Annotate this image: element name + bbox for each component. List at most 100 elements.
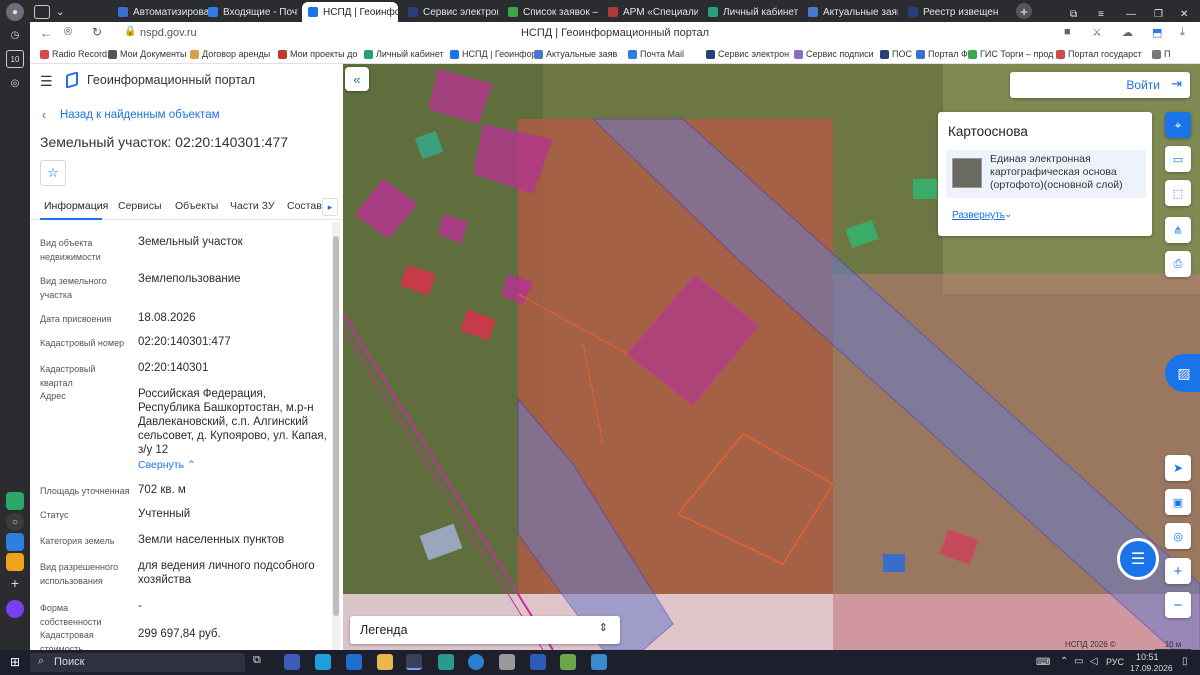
bookmark-item[interactable]: ПОС: [880, 49, 912, 59]
taskbar-search-label[interactable]: Поиск: [54, 656, 84, 668]
panel-scrollbar-thumb[interactable]: [333, 236, 339, 616]
tabs-scroll-right-button[interactable]: ▸: [322, 198, 338, 216]
extension-icon[interactable]: ⚔: [1092, 26, 1102, 39]
bookmark-label[interactable]: ПОС: [892, 49, 912, 59]
tab-label[interactable]: АРМ «Специалист»: [623, 7, 698, 18]
bookmark-label[interactable]: Почта Mail: [640, 49, 684, 59]
chevron-down-icon[interactable]: ⌄: [56, 7, 64, 18]
bookmark-label[interactable]: НСПД | Геоинфор: [462, 49, 537, 59]
chevron-updown-icon[interactable]: ⇕: [599, 621, 608, 634]
collapse-link-label[interactable]: Свернуть: [138, 459, 184, 471]
new-tab-button[interactable]: +: [1016, 3, 1032, 19]
bookmark-label[interactable]: Договор аренды: [202, 49, 270, 59]
tab-label[interactable]: Личный кабинет: [723, 7, 798, 18]
bookmark-item[interactable]: Сервис подписи: [794, 49, 874, 59]
taskbar-app4-icon[interactable]: [560, 654, 576, 670]
panel-scrollbar[interactable]: [332, 222, 340, 650]
bookmark-label[interactable]: Личный кабинет: [376, 49, 444, 59]
legend-label[interactable]: Легенда: [360, 623, 408, 637]
back-to-results-link[interactable]: Назад к найденным объектам: [60, 109, 220, 121]
menu-icon[interactable]: ≡: [1098, 4, 1104, 24]
chevron-up-icon[interactable]: ⌃: [187, 459, 196, 471]
geolocation-icon[interactable]: ◎: [1165, 523, 1191, 549]
app-icon-green[interactable]: [6, 492, 24, 510]
collapse-link[interactable]: Свернуть ⌃: [138, 459, 196, 471]
browser-tab[interactable]: Реестр извещений: [902, 2, 998, 22]
bookmark-item[interactable]: НСПД | Геоинфор: [450, 49, 537, 59]
bookmark-label[interactable]: Актуальные заяв: [546, 49, 617, 59]
basemap-layer-item[interactable]: Единая электронная картографическая осно…: [946, 150, 1146, 198]
taskbar-app3-icon[interactable]: [499, 654, 515, 670]
tray-chevron-icon[interactable]: ⌃: [1060, 656, 1068, 667]
taskbar-word-icon[interactable]: [530, 654, 546, 670]
locate-icon[interactable]: ➤: [1165, 455, 1191, 481]
bookmark-label[interactable]: Портал государст: [1068, 49, 1142, 59]
browser-tab[interactable]: Автоматизирован: [112, 2, 208, 22]
taskbar-search-box[interactable]: ⌕ Поиск: [30, 653, 245, 672]
favorite-star-button[interactable]: ☆: [40, 160, 66, 186]
bookmark-label[interactable]: ГИС Торги – прод: [980, 49, 1053, 59]
chevron-down-icon[interactable]: ⌄: [1004, 209, 1012, 220]
browser-tab[interactable]: Входящие - Почта: [202, 2, 298, 22]
share-icon[interactable]: ⋔: [1165, 217, 1191, 243]
bookmark-item[interactable]: П: [1152, 49, 1170, 59]
tab-view-icon[interactable]: [34, 5, 50, 19]
taskbar-app2-icon[interactable]: [438, 654, 454, 670]
assistant-icon[interactable]: [6, 600, 24, 618]
bookmark-item[interactable]: Личный кабинет: [364, 49, 444, 59]
tab-label[interactable]: Список заявок — Т: [523, 7, 598, 18]
tab-composition[interactable]: Состав: [287, 200, 322, 212]
tab-label[interactable]: НСПД | Геоинфо: [323, 7, 398, 18]
windows-start-icon[interactable]: ⊞: [10, 655, 20, 669]
taskbar-edge-icon[interactable]: [468, 654, 484, 670]
volume-icon[interactable]: ◁: [1090, 656, 1098, 667]
tab-controls[interactable]: ⌄: [32, 2, 68, 22]
bookmark-label[interactable]: П: [1164, 49, 1170, 59]
bookmark-label[interactable]: Мои Документы: [120, 49, 187, 59]
close-window-icon[interactable]: ✕: [1180, 4, 1188, 24]
tab-label[interactable]: Входящие - Почта: [223, 7, 298, 18]
bookmark-item[interactable]: ГИС Торги – прод: [968, 49, 1053, 59]
print-icon[interactable]: ⎙: [1165, 251, 1191, 277]
bookmark-item[interactable]: Актуальные заяв: [534, 49, 617, 59]
task-view-icon[interactable]: ⧉: [253, 654, 269, 670]
tab-objects[interactable]: Объекты: [175, 200, 218, 212]
taskbar-app5-icon[interactable]: [591, 654, 607, 670]
tab-label[interactable]: Актуальные заявле: [823, 7, 898, 18]
taskbar-yandex-icon[interactable]: [406, 654, 422, 670]
browser-tab[interactable]: НСПД | Геоинфо: [302, 2, 398, 22]
clock-time[interactable]: 10:51: [1136, 652, 1159, 662]
back-chevron-icon[interactable]: ‹: [42, 108, 46, 122]
layers-button[interactable]: ⌖: [1165, 112, 1191, 138]
add-app-icon[interactable]: +: [6, 574, 24, 592]
ruler-icon[interactable]: ▭: [1165, 146, 1191, 172]
tab-services[interactable]: Сервисы: [118, 200, 162, 212]
bookmark-item[interactable]: Мои Документы: [108, 49, 187, 59]
zoom-in-button[interactable]: +: [1165, 558, 1191, 584]
bookmark-star-icon[interactable]: ■: [1064, 26, 1071, 38]
bookmark-item[interactable]: Почта Mail: [628, 49, 684, 59]
browser-tab[interactable]: Список заявок — Т: [502, 2, 598, 22]
bookmark-item[interactable]: Radio Record: [40, 49, 107, 59]
bookmark-label[interactable]: Radio Record: [52, 49, 107, 59]
legend-dropdown[interactable]: Легенда ⇕: [350, 616, 620, 644]
map-view[interactable]: « Войти ⇥ Картооснова Единая электронная…: [343, 64, 1200, 650]
browser-tab[interactable]: Сервис электронн: [402, 2, 498, 22]
minimap-icon[interactable]: ▣: [1165, 489, 1191, 515]
taskbar-folder-icon[interactable]: [377, 654, 393, 670]
bookmark-item[interactable]: Мои проекты до: [278, 49, 357, 59]
app-icon-blue[interactable]: [6, 533, 24, 551]
tab-label[interactable]: Автоматизирован: [133, 7, 208, 18]
chat-icon[interactable]: ☰: [1117, 538, 1159, 580]
download-icon[interactable]: ⤓: [1180, 26, 1185, 39]
tabs-count-icon[interactable]: 10: [6, 50, 24, 68]
tab-label[interactable]: Реестр извещений: [923, 7, 998, 18]
login-button[interactable]: Войти: [1126, 78, 1160, 92]
bookmark-label[interactable]: Сервис подписи: [806, 49, 874, 59]
language-indicator[interactable]: РУС: [1106, 657, 1124, 667]
profile-icon[interactable]: ●: [6, 3, 24, 21]
zoom-out-button[interactable]: −: [1165, 592, 1191, 618]
maximize-icon[interactable]: ❐: [1154, 4, 1163, 24]
browser-tab[interactable]: АРМ «Специалист»: [602, 2, 698, 22]
browser-tab[interactable]: Личный кабинет: [702, 2, 798, 22]
